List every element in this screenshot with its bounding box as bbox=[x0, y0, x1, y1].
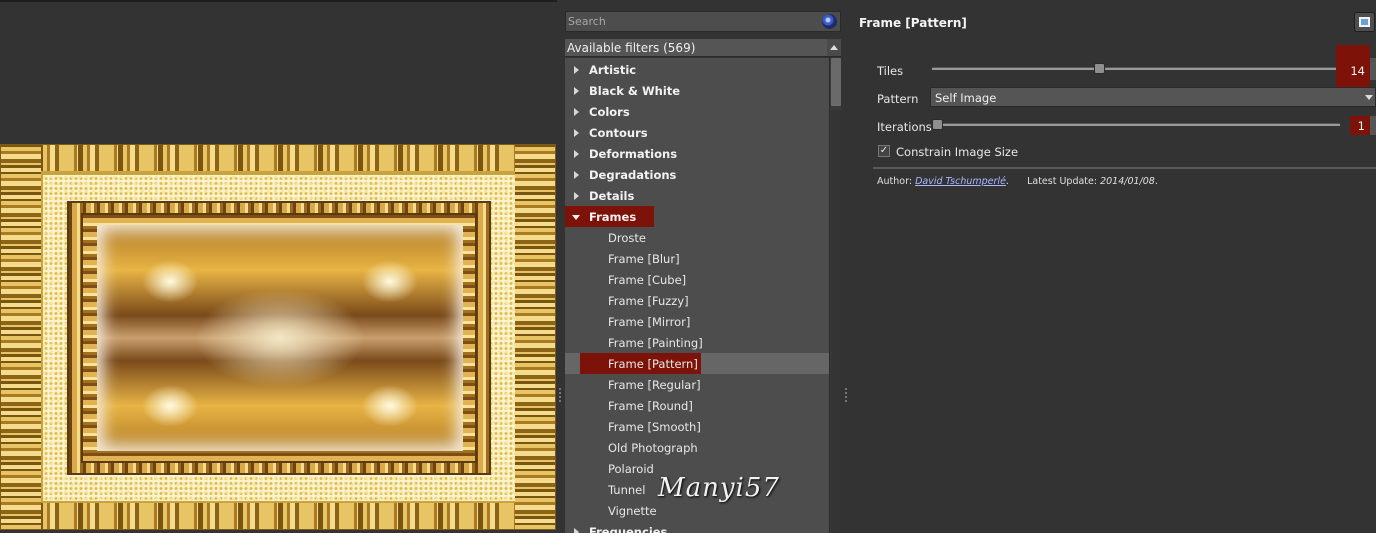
filter-credits: Author: David Tschumperlé. Latest Update… bbox=[877, 176, 1158, 187]
panel-divider bbox=[873, 167, 1376, 169]
expand-arrow-icon[interactable] bbox=[574, 150, 579, 158]
category-degradations[interactable]: Degradations bbox=[565, 164, 829, 185]
preview-pane bbox=[0, 0, 557, 533]
preview-top-border bbox=[0, 0, 557, 2]
iterations-label: Iterations bbox=[877, 120, 932, 134]
expand-arrow-icon[interactable] bbox=[574, 108, 579, 116]
search-box bbox=[565, 11, 841, 32]
tiles-spinbox[interactable]: 14 bbox=[1336, 45, 1370, 87]
filter-list-header[interactable]: Available filters (569) bbox=[565, 39, 841, 57]
filter-browser: Available filters (569) Artistic Black &… bbox=[563, 0, 843, 533]
iterations-slider-handle[interactable] bbox=[932, 119, 943, 130]
filter-item-frame-regular[interactable]: Frame [Regular] bbox=[565, 374, 829, 395]
update-label: Latest Update: bbox=[1027, 176, 1098, 187]
update-suffix: . bbox=[1154, 176, 1158, 187]
filter-item-vignette[interactable]: Vignette bbox=[565, 500, 829, 521]
scrollbar-thumb[interactable] bbox=[831, 58, 841, 106]
filter-item-frame-smooth[interactable]: Frame [Smooth] bbox=[565, 416, 829, 437]
watermark-signature: Manyi57 bbox=[658, 473, 780, 503]
filter-tree: Artistic Black & White Colors Contours D… bbox=[565, 58, 829, 533]
category-deformations[interactable]: Deformations bbox=[565, 143, 829, 164]
tiles-value: 14 bbox=[1350, 64, 1365, 78]
pattern-value: Self Image bbox=[935, 91, 997, 105]
category-artistic[interactable]: Artistic bbox=[565, 59, 829, 80]
filter-item-old-photograph[interactable]: Old Photograph bbox=[565, 437, 829, 458]
copy-to-clipboard-button[interactable] bbox=[1354, 12, 1375, 32]
tiles-slider[interactable] bbox=[932, 67, 1340, 70]
category-frames[interactable]: Frames bbox=[565, 206, 829, 227]
filter-list-scrollbar[interactable] bbox=[829, 58, 841, 533]
search-input[interactable] bbox=[568, 13, 818, 30]
iterations-spinbox[interactable]: 1 bbox=[1350, 116, 1370, 135]
filter-settings-panel: Frame [Pattern] Tiles 14 Pattern Self Im… bbox=[849, 0, 1376, 533]
filter-item-frame-round[interactable]: Frame [Round] bbox=[565, 395, 829, 416]
tiles-slider-handle[interactable] bbox=[1094, 63, 1106, 74]
filter-count-label: Available filters (569) bbox=[567, 41, 696, 55]
chevron-down-icon bbox=[1365, 95, 1373, 100]
filter-item-frame-fuzzy[interactable]: Frame [Fuzzy] bbox=[565, 290, 829, 311]
author-suffix: . bbox=[1005, 176, 1009, 187]
category-colors[interactable]: Colors bbox=[565, 101, 829, 122]
iterations-value: 1 bbox=[1357, 119, 1365, 133]
author-link[interactable]: David Tschumperlé bbox=[915, 176, 1006, 187]
expand-arrow-icon[interactable] bbox=[574, 87, 579, 95]
frame-tiles-top bbox=[1, 145, 555, 171]
filter-item-frame-painting[interactable]: Frame [Painting] bbox=[565, 332, 829, 353]
search-icon[interactable] bbox=[822, 14, 837, 29]
frame-tiles-bottom bbox=[1, 503, 555, 529]
filter-item-frame-blur[interactable]: Frame [Blur] bbox=[565, 248, 829, 269]
filter-item-frame-pattern[interactable]: Frame [Pattern] bbox=[565, 353, 829, 374]
constrain-image-size-checkbox[interactable]: ✓ bbox=[878, 145, 890, 157]
filter-item-frame-mirror[interactable]: Frame [Mirror] bbox=[565, 311, 829, 332]
constrain-image-size-label: Constrain Image Size bbox=[896, 145, 1019, 159]
frame-tiles-left bbox=[1, 145, 41, 529]
expand-arrow-icon[interactable] bbox=[574, 192, 579, 200]
category-frequencies[interactable]: Frequencies bbox=[565, 521, 829, 533]
check-icon: ✓ bbox=[879, 145, 889, 156]
collapse-arrow-icon[interactable] bbox=[572, 215, 580, 220]
category-contours[interactable]: Contours bbox=[565, 122, 829, 143]
expand-arrow-icon[interactable] bbox=[574, 171, 579, 179]
preview-picture bbox=[97, 225, 463, 451]
filter-item-frame-cube[interactable]: Frame [Cube] bbox=[565, 269, 829, 290]
author-label: Author: bbox=[877, 176, 913, 187]
iterations-slider[interactable] bbox=[932, 123, 1340, 126]
expand-arrow-icon[interactable] bbox=[574, 129, 579, 137]
preview-image[interactable] bbox=[0, 144, 556, 530]
expand-arrow-icon[interactable] bbox=[574, 528, 579, 533]
category-black-white[interactable]: Black & White bbox=[565, 80, 829, 101]
expand-arrow-icon[interactable] bbox=[574, 66, 579, 74]
filter-title: Frame [Pattern] bbox=[859, 16, 967, 30]
scrollbar-track[interactable] bbox=[831, 110, 841, 533]
window-icon bbox=[1359, 17, 1370, 27]
iterations-spin-arrows[interactable] bbox=[1370, 116, 1376, 135]
scroll-up-arrow-icon[interactable] bbox=[827, 39, 841, 56]
tiles-label: Tiles bbox=[877, 64, 904, 78]
filter-item-droste[interactable]: Droste bbox=[565, 227, 829, 248]
pattern-label: Pattern bbox=[877, 92, 919, 106]
pattern-select[interactable]: Self Image bbox=[930, 87, 1376, 107]
tiles-spin-arrows[interactable] bbox=[1370, 58, 1376, 80]
frame-tiles-right bbox=[515, 145, 555, 529]
category-details[interactable]: Details bbox=[565, 185, 829, 206]
update-date: 2014/01/08 bbox=[1100, 176, 1155, 187]
